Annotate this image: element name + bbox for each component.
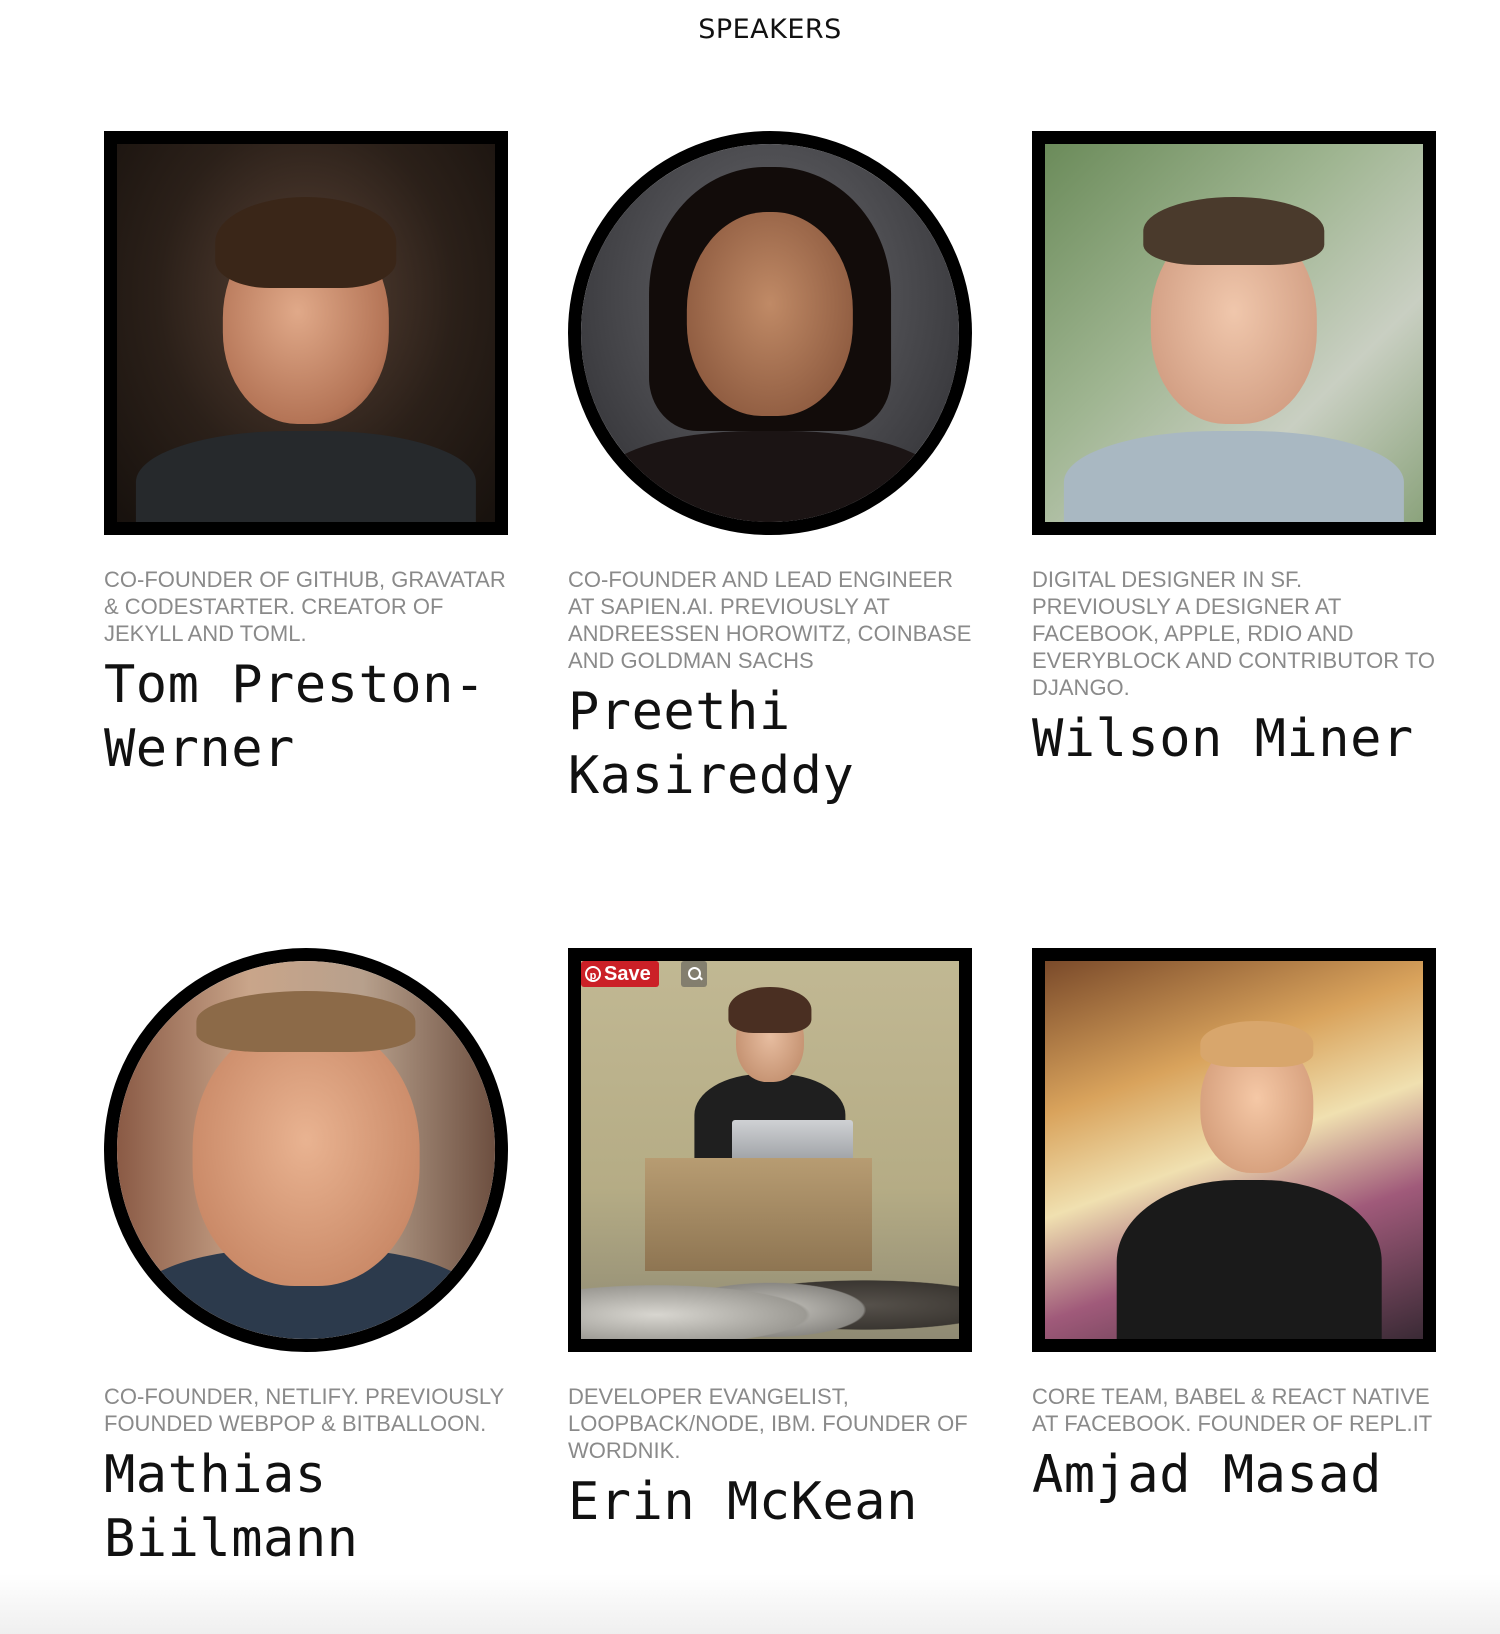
speaker-bio: CO-FOUNDER OF GITHUB, GRAVATAR & CODESTA… xyxy=(104,567,506,646)
speaker-name: Wilson Miner xyxy=(1032,709,1414,769)
speaker-photo xyxy=(104,131,508,535)
speaker-photo xyxy=(568,131,972,535)
speaker-photo: p Save xyxy=(568,948,972,1352)
speaker-photo xyxy=(104,948,508,1352)
speaker-card: CO-FOUNDER, NETLIFY. PREVIOUSLY FOUNDED … xyxy=(104,948,508,1571)
speaker-name: Amjad Masad xyxy=(1032,1445,1382,1505)
page-title: SPEAKERS xyxy=(698,14,842,45)
speaker-card: p Save DEVELOPER EVANGELIST, LOOPBACK/NO… xyxy=(568,948,972,1534)
pinterest-save-button[interactable]: p Save xyxy=(581,961,659,987)
speaker-bio: DIGITAL DESIGNER IN SF. PREVIOUSLY A DES… xyxy=(1032,567,1436,700)
speaker-name: Tom Preston-Werner xyxy=(104,655,486,779)
speaker-name: Mathias Biilmann xyxy=(104,1445,359,1569)
speaker-card: CORE TEAM, BABEL & REACT NATIVE AT FACEB… xyxy=(1032,948,1436,1507)
speaker-name: Preethi Kasireddy xyxy=(568,682,855,806)
visual-search-icon[interactable] xyxy=(681,961,707,987)
speaker-bio: DEVELOPER EVANGELIST, LOOPBACK/NODE, IBM… xyxy=(568,1384,968,1463)
speaker-card: DIGITAL DESIGNER IN SF. PREVIOUSLY A DES… xyxy=(1032,131,1436,771)
speaker-name: Erin McKean xyxy=(568,1472,918,1532)
speaker-bio: CO-FOUNDER AND LEAD ENGINEER AT SAPIEN.A… xyxy=(568,567,972,673)
speaker-photo xyxy=(1032,948,1436,1352)
speaker-bio: CORE TEAM, BABEL & REACT NATIVE AT FACEB… xyxy=(1032,1384,1433,1436)
speaker-card: CO-FOUNDER OF GITHUB, GRAVATAR & CODESTA… xyxy=(104,131,508,781)
speaker-card: CO-FOUNDER AND LEAD ENGINEER AT SAPIEN.A… xyxy=(568,131,972,808)
pinterest-icon: p xyxy=(585,966,601,982)
speaker-photo xyxy=(1032,131,1436,535)
pinterest-save-label: Save xyxy=(604,963,651,985)
speaker-bio: CO-FOUNDER, NETLIFY. PREVIOUSLY FOUNDED … xyxy=(104,1384,504,1436)
